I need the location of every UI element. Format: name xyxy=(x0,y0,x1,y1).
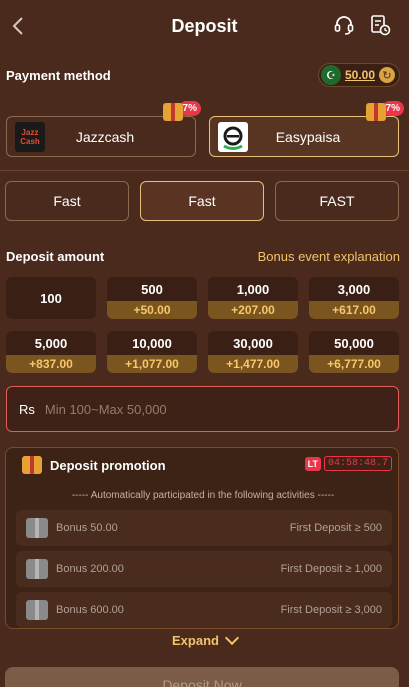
chevron-down-icon xyxy=(224,630,240,646)
bonus-row: Bonus 50.00 First Deposit ≥ 500 xyxy=(16,510,392,546)
bonus-event-explanation-link[interactable]: Bonus event explanation xyxy=(258,249,400,264)
amount-value: 5,000 xyxy=(34,335,68,351)
easypaisa-logo xyxy=(218,121,248,152)
bonus-condition: First Deposit ≥ 500 xyxy=(289,522,382,534)
amount-option-5000[interactable]: 5,000 +837.00 xyxy=(6,331,96,373)
deposit-promotion-panel: Deposit promotion LT 04:58:48.7 ----- Au… xyxy=(5,447,399,629)
amount-value: 100 xyxy=(40,290,62,306)
amount-bonus: +50.00 xyxy=(107,301,197,319)
channel-option-2[interactable]: Fast xyxy=(140,181,264,221)
bonus-condition: First Deposit ≥ 1,000 xyxy=(280,563,382,575)
amount-value: 30,000 xyxy=(233,335,273,351)
payment-method-row: Payment method ☪ 50.00 ↻ xyxy=(6,62,400,88)
page-title: Deposit xyxy=(171,15,238,36)
gift-icon xyxy=(26,600,48,620)
amount-value: 3,000 xyxy=(337,281,371,297)
bonus-badge: 7% xyxy=(365,100,404,121)
amount-input[interactable] xyxy=(44,401,345,417)
expand-label: Expand xyxy=(172,632,219,648)
promotion-title: Deposit promotion xyxy=(50,457,166,473)
deposit-records-icon[interactable] xyxy=(368,13,392,37)
bonus-name: Bonus 50.00 xyxy=(56,522,118,534)
amount-option-30000[interactable]: 30,000 +1,477.00 xyxy=(208,331,298,373)
headset-support-icon[interactable] xyxy=(332,13,356,37)
promotion-timer: LT 04:58:48.7 xyxy=(304,456,392,471)
amount-option-500[interactable]: 500 +50.00 xyxy=(107,277,197,319)
balance-widget: ☪ 50.00 ↻ xyxy=(317,63,400,87)
pakistan-flag-icon: ☪ xyxy=(320,65,341,85)
amount-value: 50,000 xyxy=(334,335,374,351)
bonus-row: Bonus 600.00 First Deposit ≥ 3,000 xyxy=(16,592,392,628)
gift-icon xyxy=(365,103,386,121)
easypaisa-logo-icon xyxy=(223,126,243,150)
promotion-header: Deposit promotion xyxy=(22,456,166,474)
bonus-name: Bonus 200.00 xyxy=(56,563,124,575)
amount-bonus: +207.00 xyxy=(208,301,298,319)
gift-icon xyxy=(22,456,42,474)
deposit-amount-row: Deposit amount Bonus event explanation xyxy=(6,246,400,266)
channel-option-3[interactable]: FAST xyxy=(275,181,399,221)
bonus-row: Bonus 200.00 First Deposit ≥ 1,000 xyxy=(16,551,392,587)
amount-bonus: +6,777.00 xyxy=(309,355,399,373)
payment-option-jazzcash[interactable]: Jazz Cash Jazzcash 7% xyxy=(6,100,201,157)
amount-option-50000[interactable]: 50,000 +6,777.00 xyxy=(309,331,399,373)
gift-icon xyxy=(26,559,48,579)
amount-option-100[interactable]: 100 xyxy=(6,277,96,319)
divider xyxy=(0,170,409,171)
balance-value: 50.00 xyxy=(344,68,375,82)
payment-option-name: Easypaisa xyxy=(275,128,341,145)
lightning-time-badge: LT xyxy=(304,456,321,471)
amount-option-1000[interactable]: 1,000 +207.00 xyxy=(208,277,298,319)
header: Deposit xyxy=(0,0,409,52)
deposit-amount-label: Deposit amount xyxy=(6,248,105,264)
channel-option-1[interactable]: Fast xyxy=(5,181,129,221)
amount-value: 1,000 xyxy=(236,281,270,297)
payment-option-easypaisa[interactable]: Easypaisa 7% xyxy=(209,100,404,157)
payment-method-label: Payment method xyxy=(6,67,111,83)
amount-input-box: Rs xyxy=(6,386,399,432)
back-arrow-icon[interactable] xyxy=(6,12,32,40)
jazzcash-logo: Jazz Cash xyxy=(15,121,45,152)
amount-option-3000[interactable]: 3,000 +617.00 xyxy=(309,277,399,319)
amount-bonus: +1,477.00 xyxy=(208,355,298,373)
amount-value: 10,000 xyxy=(132,335,172,351)
bonus-badge: 7% xyxy=(162,100,201,121)
bonus-name: Bonus 600.00 xyxy=(56,604,124,616)
payment-option-name: Jazzcash xyxy=(75,128,135,145)
currency-label: Rs xyxy=(19,401,35,417)
deposit-now-button[interactable]: Deposit Now xyxy=(5,667,399,687)
amount-bonus: +1,077.00 xyxy=(107,355,197,373)
amount-option-10000[interactable]: 10,000 +1,077.00 xyxy=(107,331,197,373)
auto-participate-note: ----- Automatically participated in the … xyxy=(71,490,335,501)
amount-bonus: +617.00 xyxy=(309,301,399,319)
expand-button[interactable]: Expand xyxy=(0,630,409,650)
amount-value: 500 xyxy=(141,281,163,297)
gift-icon xyxy=(162,103,183,121)
countdown-timer: 04:58:48.7 xyxy=(323,456,392,471)
amount-bonus: +837.00 xyxy=(6,355,96,373)
gift-icon xyxy=(26,518,48,538)
bonus-condition: First Deposit ≥ 3,000 xyxy=(280,604,382,616)
refresh-icon[interactable]: ↻ xyxy=(379,67,395,83)
